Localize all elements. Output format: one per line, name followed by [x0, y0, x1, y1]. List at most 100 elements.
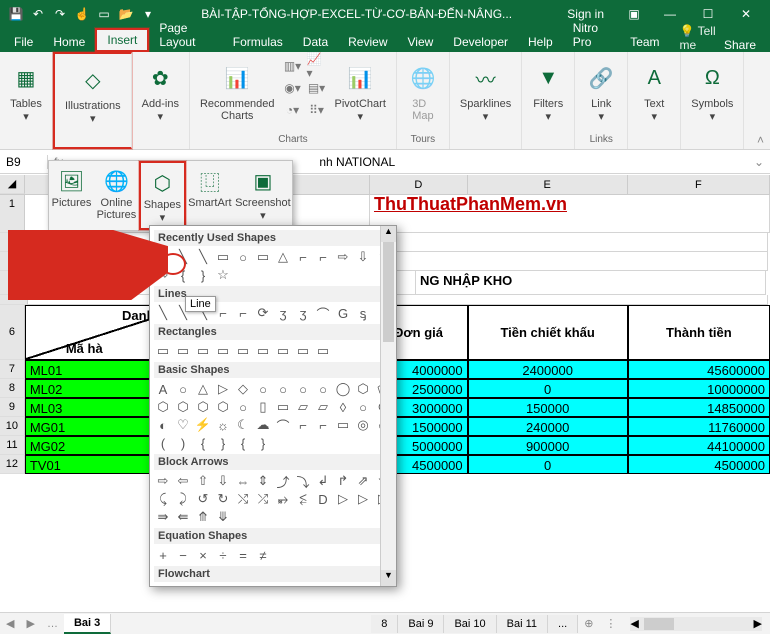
shape-item[interactable]: ◎ — [354, 417, 372, 433]
tab-team[interactable]: Team — [620, 32, 669, 52]
row-11[interactable]: 11 — [0, 436, 25, 455]
row-6[interactable]: 6 — [0, 305, 25, 360]
shape-item[interactable]: ☆ — [214, 267, 232, 283]
row-10[interactable]: 10 — [0, 417, 25, 436]
shape-item[interactable]: ▭ — [254, 343, 272, 359]
3dmap-button[interactable]: 🌐3D Map — [403, 56, 443, 124]
shape-item[interactable]: ⌒ — [274, 417, 292, 433]
scroll-thumb[interactable] — [383, 242, 394, 342]
addins-button[interactable]: ✿Add-ins▾ — [138, 56, 183, 125]
share-button[interactable]: Share — [724, 38, 766, 52]
shapes-scrollbar[interactable]: ▲ ▼ — [380, 226, 396, 586]
tab-home[interactable]: Home — [43, 32, 95, 52]
sheet-bai10[interactable]: Bai 10 — [444, 615, 496, 633]
shape-item[interactable]: ) — [174, 435, 192, 451]
selectall[interactable]: ◢ — [0, 175, 25, 194]
shape-item[interactable]: ○ — [234, 249, 252, 265]
shape-item[interactable]: ▭ — [254, 249, 272, 265]
table-cell[interactable]: 4500000 — [628, 455, 770, 474]
shape-item[interactable]: ⇔ — [234, 473, 252, 489]
map-chart-icon[interactable]: ◉▾ — [283, 78, 303, 98]
undo-icon[interactable]: ↶ — [28, 4, 48, 24]
redo-icon[interactable]: ↷ — [50, 4, 70, 24]
shape-item[interactable]: G — [334, 305, 352, 321]
tab-pagelayout[interactable]: Page Layout — [149, 18, 222, 52]
website-link[interactable]: ThuThuatPhanMem.vn — [374, 195, 567, 214]
bar-chart-icon[interactable]: ▥▾ — [283, 56, 303, 76]
shape-item[interactable]: ▭ — [274, 343, 292, 359]
tab-view[interactable]: View — [398, 32, 444, 52]
shape-item[interactable]: ↻ — [214, 491, 232, 507]
shape-item[interactable]: ⤵ — [294, 473, 312, 489]
shape-item[interactable]: ⇩ — [354, 249, 372, 265]
col-D[interactable]: D — [370, 175, 468, 194]
text-button[interactable]: AText▾ — [634, 56, 674, 125]
shape-item[interactable]: ᶊ — [354, 305, 372, 321]
sparklines-button[interactable]: 〰Sparklines▾ — [456, 56, 515, 125]
link-button[interactable]: 🔗Link▾ — [581, 56, 621, 125]
shape-item[interactable]: ⤸ — [174, 491, 192, 507]
tab-formulas[interactable]: Formulas — [223, 32, 293, 52]
shape-item[interactable]: ▷ — [214, 381, 232, 397]
table-cell[interactable]: 44100000 — [628, 436, 770, 455]
shape-item[interactable]: ▷ — [354, 491, 372, 507]
shape-item[interactable]: ▭ — [154, 343, 172, 359]
shape-item[interactable]: ♡ — [174, 417, 192, 433]
table-cell[interactable]: 900000 — [468, 436, 628, 455]
sheet-bai3[interactable]: Bai 3 — [64, 614, 111, 634]
shape-item[interactable]: × — [194, 547, 212, 563]
recommended-charts-button[interactable]: 📊Recommended Charts — [196, 56, 279, 124]
touch-icon[interactable]: ☝ — [72, 4, 92, 24]
shape-item[interactable]: ⇗ — [354, 473, 372, 489]
shape-item[interactable]: + — [154, 547, 172, 563]
illustrations-button[interactable]: ◇Illustrations▾ — [61, 58, 125, 127]
shape-item[interactable]: ⬡ — [214, 399, 232, 415]
shape-item[interactable]: ↺ — [194, 491, 212, 507]
shape-item[interactable]: A — [154, 381, 172, 397]
shape-item[interactable]: − — [174, 547, 192, 563]
sheet-more[interactable]: ... — [548, 615, 578, 633]
shape-item[interactable]: D — [314, 491, 332, 507]
tables-button[interactable]: ▦Tables▾ — [6, 56, 46, 125]
shapes-button[interactable]: ⬡Shapes▾ — [139, 161, 186, 230]
shape-item[interactable]: ○ — [254, 381, 272, 397]
shape-item[interactable]: ▭ — [194, 343, 212, 359]
shape-item[interactable]: ⥶ — [294, 491, 312, 507]
tab-nav-next-icon[interactable]: ▶ — [20, 617, 40, 630]
screenshot-button[interactable]: ▣Screenshot▾ — [234, 161, 292, 230]
shape-item[interactable]: ◯ — [334, 381, 352, 397]
shape-item[interactable]: ⟳ — [254, 305, 272, 321]
tab-review[interactable]: Review — [338, 32, 397, 52]
shape-item[interactable]: ⤊ — [194, 509, 212, 525]
shape-item[interactable]: ▭ — [234, 343, 252, 359]
col-F[interactable]: F — [628, 175, 770, 194]
horizontal-scrollbar[interactable]: ◀▶ — [630, 617, 762, 631]
tab-insert[interactable]: Insert — [95, 28, 149, 52]
shape-item[interactable]: ☼ — [214, 417, 232, 433]
shape-item[interactable]: ÷ — [214, 547, 232, 563]
table-cell[interactable]: 45600000 — [628, 360, 770, 379]
shape-item[interactable]: ⌐ — [314, 417, 332, 433]
table-cell[interactable]: 11760000 — [628, 417, 770, 436]
shape-item[interactable]: ( — [154, 435, 172, 451]
shape-item[interactable]: ☁ — [254, 417, 272, 433]
shape-item[interactable]: ʒ — [294, 305, 312, 321]
ribbon-display-icon[interactable]: ▣ — [616, 7, 652, 21]
shape-item[interactable]: ⇦ — [174, 473, 192, 489]
online-pictures-button[interactable]: 🌐Online Pictures — [94, 161, 139, 230]
shape-item[interactable]: ⬡ — [154, 399, 172, 415]
shape-item[interactable]: ▭ — [214, 343, 232, 359]
shape-item[interactable]: ⌐ — [294, 417, 312, 433]
row-9[interactable]: 9 — [0, 398, 25, 417]
table-cell[interactable]: 10000000 — [628, 379, 770, 398]
tab-nav-prev-icon[interactable]: ◀ — [0, 617, 20, 630]
expand-fx-icon[interactable]: ⌄ — [748, 155, 770, 169]
shape-item[interactable]: △ — [274, 249, 292, 265]
new-sheet-icon[interactable]: ⊕ — [578, 617, 599, 630]
table-cell[interactable]: 240000 — [468, 417, 628, 436]
shape-item[interactable]: ▷ — [334, 491, 352, 507]
shape-item[interactable]: ⌐ — [294, 249, 312, 265]
shape-item[interactable]: ⇧ — [194, 473, 212, 489]
table-cell[interactable]: 0 — [468, 379, 628, 398]
shape-item[interactable]: ⬡ — [174, 399, 192, 415]
